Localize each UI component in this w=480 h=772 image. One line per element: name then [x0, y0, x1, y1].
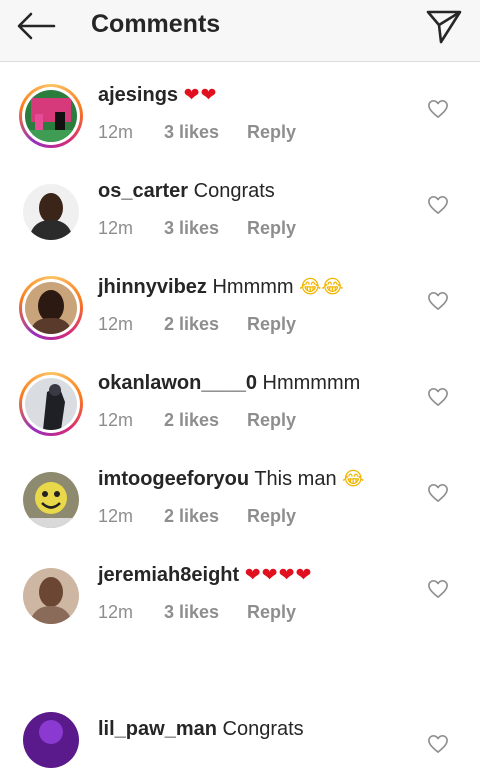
comment-username[interactable]: okanlawon____0 — [98, 372, 257, 394]
heart-emoji: ❤❤❤❤ — [244, 564, 313, 586]
comment-username[interactable]: jeremiah8eight — [98, 564, 239, 586]
comment-time: 12m — [98, 122, 134, 142]
reply-button[interactable]: Reply — [247, 602, 296, 623]
avatar — [25, 282, 77, 334]
page-title: Comments — [91, 10, 221, 38]
paper-plane-icon[interactable] — [424, 6, 464, 46]
heart-outline-icon[interactable] — [427, 195, 449, 215]
comment-item: ajesings ❤❤ 12m 3 likes Reply — [0, 72, 480, 168]
comment-time: 12m — [98, 314, 134, 334]
reply-button[interactable]: Reply — [247, 122, 296, 143]
comment-item: jhinnyvibez Hmmmm 😂😂 12m 2 likes Reply — [0, 264, 480, 360]
header-bar: Comments — [0, 0, 480, 62]
comment-likes-link[interactable]: 2 likes — [164, 410, 219, 431]
heart-outline-icon[interactable] — [427, 387, 449, 407]
comment-item: lil_paw_man Congrats — [0, 648, 480, 768]
comment-text: This man — [254, 468, 337, 490]
heart-outline-icon[interactable] — [427, 291, 449, 311]
avatar-container[interactable] — [19, 564, 83, 628]
heart-outline-icon[interactable] — [427, 734, 449, 754]
reply-button[interactable]: Reply — [247, 410, 296, 431]
heart-outline-icon[interactable] — [427, 99, 449, 119]
comment-username[interactable]: ajesings — [98, 84, 178, 106]
story-ring[interactable] — [19, 276, 83, 340]
avatar-container[interactable] — [19, 468, 83, 532]
laughing-emoji: 😂😂 — [299, 276, 344, 298]
avatar — [25, 378, 77, 430]
comment-time: 12m — [98, 218, 134, 238]
comment-username[interactable]: lil_paw_man — [98, 718, 217, 740]
comment-text: Hmmmmm — [262, 372, 361, 394]
comment-text: Congrats — [222, 718, 304, 740]
comment-username[interactable]: os_carter — [98, 180, 188, 202]
heart-outline-icon[interactable] — [427, 483, 449, 503]
comment-item: imtoogeeforyou This man 😂 12m 2 likes Re… — [0, 456, 480, 552]
heart-emoji: ❤❤ — [183, 84, 218, 106]
avatar-container[interactable] — [19, 180, 83, 244]
avatar — [23, 712, 79, 768]
avatar-container[interactable] — [19, 708, 83, 772]
story-ring[interactable] — [19, 84, 83, 148]
heart-outline-icon[interactable] — [427, 579, 449, 599]
avatar — [25, 90, 77, 142]
comment-likes-link[interactable]: 2 likes — [164, 506, 219, 527]
avatar — [23, 472, 79, 528]
comment-username[interactable]: jhinnyvibez — [98, 276, 207, 298]
story-ring[interactable] — [19, 372, 83, 436]
comment-time: 12m — [98, 506, 134, 526]
comment-item: os_carter Congrats 12m 3 likes Reply — [0, 168, 480, 264]
comment-likes-link[interactable]: 3 likes — [164, 122, 219, 143]
avatar — [23, 568, 79, 624]
avatar — [23, 184, 79, 240]
comment-item: jeremiah8eight ❤❤❤❤ 12m 3 likes Reply — [0, 552, 480, 648]
reply-button[interactable]: Reply — [247, 218, 296, 239]
comment-username[interactable]: imtoogeeforyou — [98, 468, 249, 490]
comment-text: Congrats — [193, 180, 275, 202]
comment-time: 12m — [98, 410, 134, 430]
comment-likes-link[interactable]: 3 likes — [164, 218, 219, 239]
reply-button[interactable]: Reply — [247, 314, 296, 335]
comment-likes-link[interactable]: 3 likes — [164, 602, 219, 623]
comment-time: 12m — [98, 602, 134, 622]
comment-likes-link[interactable]: 2 likes — [164, 314, 219, 335]
laughing-emoji: 😂 — [342, 468, 365, 490]
reply-button[interactable]: Reply — [247, 506, 296, 527]
comment-text: Hmmmm — [212, 276, 294, 298]
arrow-left-icon[interactable] — [14, 10, 58, 42]
comment-item: okanlawon____0 Hmmmmm 12m 2 likes Reply — [0, 360, 480, 456]
